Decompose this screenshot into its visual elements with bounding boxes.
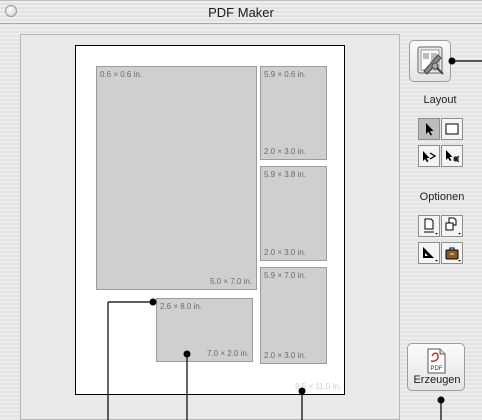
title-bar: PDF Maker (0, 1, 482, 24)
rectangle-icon (445, 123, 459, 135)
options-section-label: Optionen (419, 191, 465, 203)
pdf-icon-text: PDF (431, 366, 443, 372)
triangle-ruler-icon (423, 247, 438, 262)
region-size-label: 2.0 × 3.0 in. (264, 351, 307, 360)
move-arrow-icon (423, 151, 437, 162)
region-size-label: 2.0 × 3.0 in. (264, 248, 307, 257)
region-size-label: 2.6 × 8.0 in. (160, 302, 203, 311)
pdf-document-icon: PDF (427, 348, 446, 374)
page-orientation-option[interactable] (441, 215, 463, 237)
tool-sidebar: Layout Optionen PDF Erzeugen (406, 34, 482, 420)
region-size-label: 5.9 × 7.0 in. (264, 271, 307, 280)
bag-option[interactable] (441, 242, 463, 264)
move-tool[interactable] (418, 145, 440, 167)
region-size-label: 5.9 × 3.8 in. (264, 170, 307, 179)
page-size-icon (424, 218, 438, 235)
layout-region-top-right[interactable]: 5.9 × 0.6 in. 2.0 × 3.0 in. (260, 66, 327, 160)
rectangle-tool[interactable] (441, 118, 463, 140)
layout-region-large[interactable]: 0.6 × 0.6 in. 5.0 × 7.0 in. (96, 66, 257, 290)
arrow-tool[interactable] (418, 118, 440, 140)
create-pdf-button[interactable]: PDF Erzeugen (407, 343, 465, 391)
layout-region-small[interactable]: 2.6 × 8.0 in. 7.0 × 2.0 in. (156, 298, 253, 362)
window-title: PDF Maker (208, 5, 274, 20)
layout-region-bottom-right[interactable]: 5.9 × 7.0 in. 2.0 × 3.0 in. (260, 267, 327, 364)
ruler-option[interactable] (418, 242, 440, 264)
scissors-arrow-icon (446, 150, 460, 163)
bag-icon (445, 247, 461, 262)
region-size-label: 2.0 × 3.0 in. (264, 147, 307, 156)
layout-section-label: Layout (423, 94, 457, 106)
split-tool[interactable] (441, 145, 463, 167)
layout-tools-icon (417, 46, 444, 75)
region-size-label: 5.9 × 0.6 in. (264, 70, 307, 79)
arrow-cursor-icon (426, 123, 434, 136)
pdf-page[interactable]: 0.6 × 0.6 in. 5.0 × 7.0 in. 5.9 × 0.6 in… (75, 45, 345, 395)
app-window: PDF Maker 0.6 × 0.6 in. 5.0 × 7.0 in. 5.… (0, 0, 482, 420)
layout-region-middle-right[interactable]: 5.9 × 3.8 in. 2.0 × 3.0 in. (260, 166, 327, 261)
region-size-label: 5.0 × 7.0 in. (209, 277, 252, 286)
page-size-option[interactable] (418, 215, 440, 237)
create-button-label: Erzeugen (413, 374, 461, 386)
region-size-label: 7.0 × 2.0 in. (206, 349, 249, 358)
page-orientation-icon (445, 217, 461, 235)
region-size-label: 0.6 × 0.6 in. (100, 70, 143, 79)
layout-tools-button[interactable] (409, 40, 451, 82)
page-size-label: 8.5 × 11.0 in. (295, 382, 341, 391)
